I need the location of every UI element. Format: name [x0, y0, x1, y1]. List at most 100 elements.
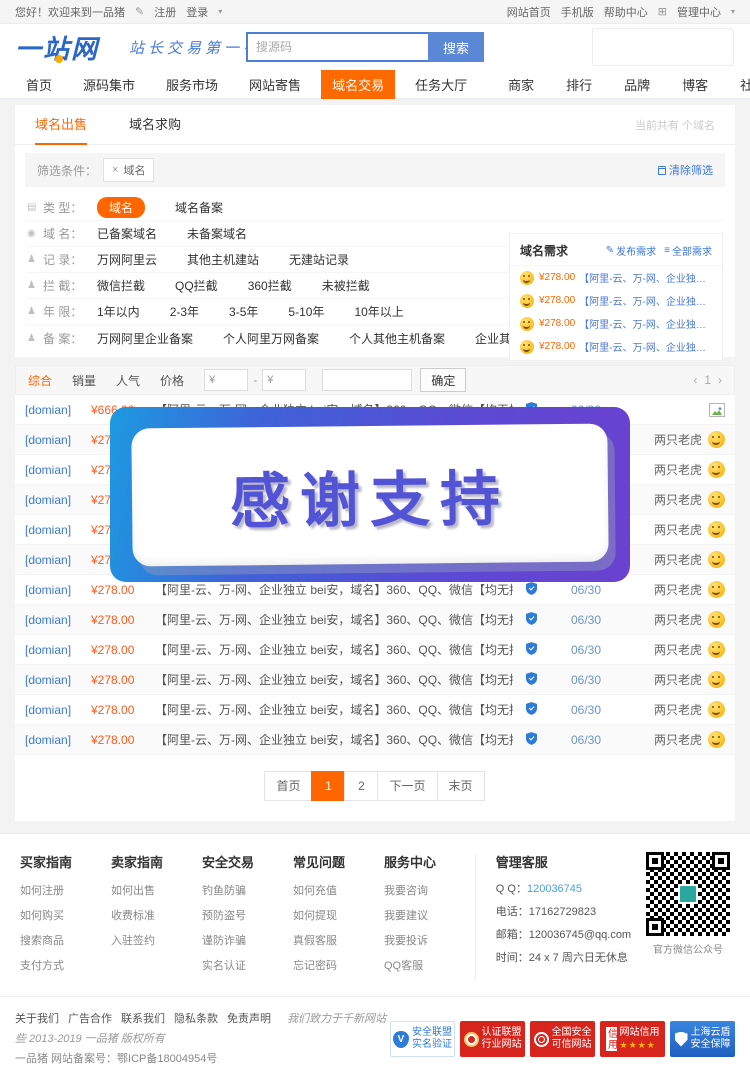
nav-item-域名交易[interactable]: 域名交易	[321, 70, 395, 99]
sort-option-人气[interactable]: 人气	[116, 372, 140, 389]
domain-link[interactable]: [domian]	[25, 553, 91, 567]
seller-cell[interactable]: 两只老虎	[654, 461, 725, 478]
price-max-input[interactable]	[275, 374, 301, 386]
filter-option[interactable]: 5-10年	[288, 303, 324, 320]
filter-option[interactable]: 个人阿里万网备案	[223, 330, 319, 347]
filter-option[interactable]: 10年以上	[354, 303, 403, 320]
footer-link[interactable]: 搜索商品	[20, 932, 111, 948]
seller-cell[interactable]: 两只老虎	[654, 491, 725, 508]
tab-domain-sell[interactable]: 域名出售	[35, 105, 87, 145]
seller-cell[interactable]: 两只老虎	[654, 431, 725, 448]
filter-option[interactable]: QQ拦截	[175, 277, 218, 294]
seller-cell[interactable]: 两只老虎	[654, 641, 725, 658]
filter-option[interactable]: 未被拦截	[322, 277, 370, 294]
page-button-1[interactable]: 1	[311, 771, 345, 801]
filter-option[interactable]: 1年以内	[97, 303, 140, 320]
nav-right-item-社区[interactable]: 社区	[729, 70, 750, 99]
footer-link[interactable]: 真假客服	[293, 932, 384, 948]
demand-item[interactable]: ¥278.00【阿里-云、万-网、企业独立 b	[510, 266, 722, 289]
demand-item[interactable]: ¥278.00【阿里-云、万-网、企业独立 b	[510, 335, 722, 358]
topbar-link-admin[interactable]: 管理中心	[677, 4, 721, 20]
domain-link[interactable]: [domian]	[25, 403, 91, 417]
footer-link[interactable]: 如何注册	[20, 882, 111, 898]
footer-link[interactable]: 我要建议	[384, 907, 475, 923]
filter-option[interactable]: 域名	[97, 197, 145, 218]
filter-option[interactable]: 3-5年	[229, 303, 258, 320]
search-button[interactable]: 搜索	[428, 32, 484, 62]
domain-link[interactable]: [domian]	[25, 463, 91, 477]
footer-link[interactable]: 实名认证	[202, 957, 293, 973]
seller-cell[interactable]: 两只老虎	[654, 551, 725, 568]
filter-option[interactable]: 万网阿里云	[97, 251, 157, 268]
filter-option[interactable]: 其他主机建站	[187, 251, 259, 268]
login-link[interactable]: 登录	[186, 4, 208, 20]
domain-link[interactable]: [domian]	[25, 733, 91, 747]
sort-option-综合[interactable]: 综合	[28, 372, 52, 389]
filter-option[interactable]: 个人其他主机备案	[349, 330, 445, 347]
seller-cell[interactable]	[709, 403, 725, 417]
seller-cell[interactable]: 两只老虎	[654, 701, 725, 718]
footer-link[interactable]: 收费标准	[111, 907, 202, 923]
domain-link[interactable]: [domian]	[25, 433, 91, 447]
tag-close-icon[interactable]: ×	[112, 164, 118, 176]
nav-item-首页[interactable]: 首页	[15, 70, 63, 99]
bottom-link[interactable]: 关于我们	[15, 1013, 59, 1025]
clear-filter-button[interactable]: 清除筛选	[658, 162, 713, 178]
keyword-filter-input[interactable]	[322, 369, 412, 391]
demand-item[interactable]: ¥278.00【阿里-云、万-网、企业独立 b	[510, 312, 722, 335]
bottom-link[interactable]: 隐私条款	[174, 1013, 218, 1025]
bottom-link[interactable]: 免责声明	[227, 1013, 271, 1025]
seller-cell[interactable]: 两只老虎	[654, 581, 725, 598]
price-min-input[interactable]	[217, 374, 243, 386]
pager-next-icon[interactable]: ›	[718, 373, 722, 387]
filter-option[interactable]: 域名备案	[175, 199, 223, 216]
nav-right-item-品牌[interactable]: 品牌	[613, 70, 661, 99]
nav-right-item-排行[interactable]: 排行	[555, 70, 603, 99]
seller-cell[interactable]: 两只老虎	[654, 611, 725, 628]
filter-option[interactable]: 微信拦截	[97, 277, 145, 294]
page-button-2[interactable]: 2	[344, 771, 378, 801]
nav-item-源码集市[interactable]: 源码集市	[72, 70, 146, 99]
bottom-link[interactable]: 联系我们	[121, 1013, 165, 1025]
all-demand-link[interactable]: ≡ 全部需求	[664, 243, 712, 258]
search-input[interactable]	[246, 32, 428, 62]
filter-option[interactable]: 2-3年	[170, 303, 199, 320]
footer-link[interactable]: 如何出售	[111, 882, 202, 898]
footer-link[interactable]: 支付方式	[20, 957, 111, 973]
footer-link[interactable]: 我要咨询	[384, 882, 475, 898]
qq-number[interactable]: 120036745	[527, 883, 582, 895]
filter-option[interactable]: 万网阿里企业备案	[97, 330, 193, 347]
footer-link[interactable]: 如何提现	[293, 907, 384, 923]
footer-link[interactable]: 入驻签约	[111, 932, 202, 948]
nav-item-服务市场[interactable]: 服务市场	[155, 70, 229, 99]
page-button-下一页[interactable]: 下一页	[377, 771, 437, 801]
publish-demand-link[interactable]: ✎ 发布需求	[606, 243, 656, 258]
nav-item-网站寄售[interactable]: 网站寄售	[238, 70, 312, 99]
domain-link[interactable]: [domian]	[25, 613, 91, 627]
domain-link[interactable]: [domian]	[25, 523, 91, 537]
seller-cell[interactable]: 两只老虎	[654, 521, 725, 538]
sort-option-销量[interactable]: 销量	[72, 372, 96, 389]
topbar-link-help[interactable]: 帮助中心	[604, 4, 648, 20]
filter-option[interactable]: 未备案域名	[187, 225, 247, 242]
footer-link[interactable]: 如何购买	[20, 907, 111, 923]
domain-link[interactable]: [domian]	[25, 643, 91, 657]
nav-item-任务大厅[interactable]: 任务大厅	[404, 70, 478, 99]
footer-link[interactable]: 谨防诈骗	[202, 932, 293, 948]
filter-tag-domain[interactable]: × 域名	[103, 158, 154, 182]
filter-option[interactable]: 无建站记录	[289, 251, 349, 268]
filter-option[interactable]: 360拦截	[248, 277, 292, 294]
filter-option[interactable]: 已备案域名	[97, 225, 157, 242]
topbar-link-mobile[interactable]: 手机版	[561, 4, 594, 20]
footer-link[interactable]: 我要投诉	[384, 932, 475, 948]
seller-cell[interactable]: 两只老虎	[654, 671, 725, 688]
sort-option-价格[interactable]: 价格	[160, 372, 184, 389]
bottom-link[interactable]: 广告合作	[68, 1013, 112, 1025]
confirm-button[interactable]: 确定	[420, 368, 466, 392]
domain-link[interactable]: [domian]	[25, 673, 91, 687]
topbar-link-home[interactable]: 网站首页	[507, 4, 551, 20]
tab-domain-buy[interactable]: 域名求购	[129, 105, 181, 145]
footer-link[interactable]: QQ客服	[384, 957, 475, 973]
seller-cell[interactable]: 两只老虎	[654, 731, 725, 748]
page-button-末页[interactable]: 末页	[437, 771, 485, 801]
